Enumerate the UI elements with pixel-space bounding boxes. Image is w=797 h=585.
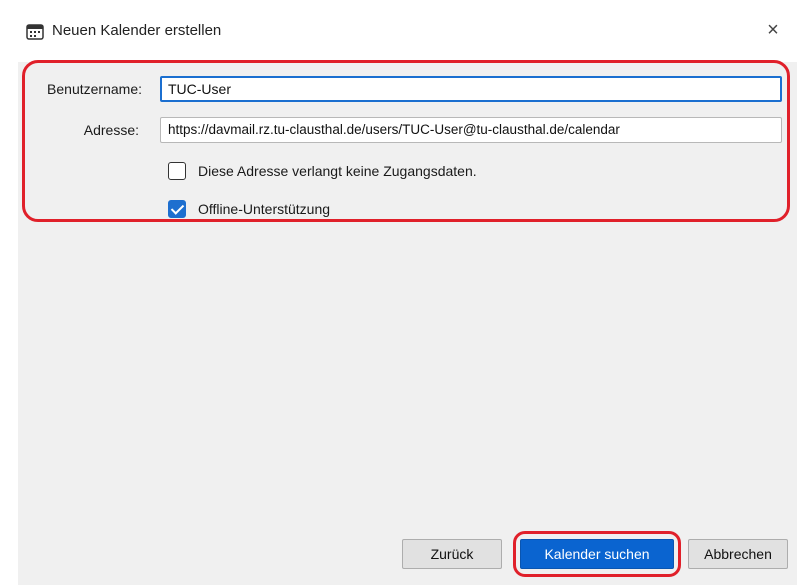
window-border: [0, 62, 18, 585]
username-label: Benutzername:: [47, 81, 142, 97]
calendar-icon: [26, 24, 44, 40]
cancel-button[interactable]: Abbrechen: [688, 539, 788, 569]
close-icon[interactable]: ×: [759, 16, 787, 44]
find-calendar-button-label: Kalender suchen: [544, 546, 650, 562]
address-field[interactable]: https://davmail.rz.tu-clausthal.de/users…: [160, 117, 782, 143]
no-credentials-checkbox[interactable]: [168, 162, 186, 180]
offline-support-checkbox[interactable]: [168, 200, 186, 218]
find-calendar-button[interactable]: Kalender suchen: [520, 539, 674, 569]
dialog-title: Neuen Kalender erstellen: [52, 22, 222, 39]
cancel-button-label: Abbrechen: [704, 546, 772, 562]
address-label: Adresse:: [83, 122, 139, 138]
back-button-label: Zurück: [430, 546, 474, 562]
no-credentials-label[interactable]: Diese Adresse verlangt keine Zugangsdate…: [198, 163, 477, 179]
offline-support-label[interactable]: Offline-Unterstützung: [198, 201, 330, 217]
back-button[interactable]: Zurück: [402, 539, 502, 569]
dialog-titlebar: Neuen Kalender erstellen ×: [0, 0, 797, 62]
username-field[interactable]: TUC-User: [160, 76, 782, 102]
